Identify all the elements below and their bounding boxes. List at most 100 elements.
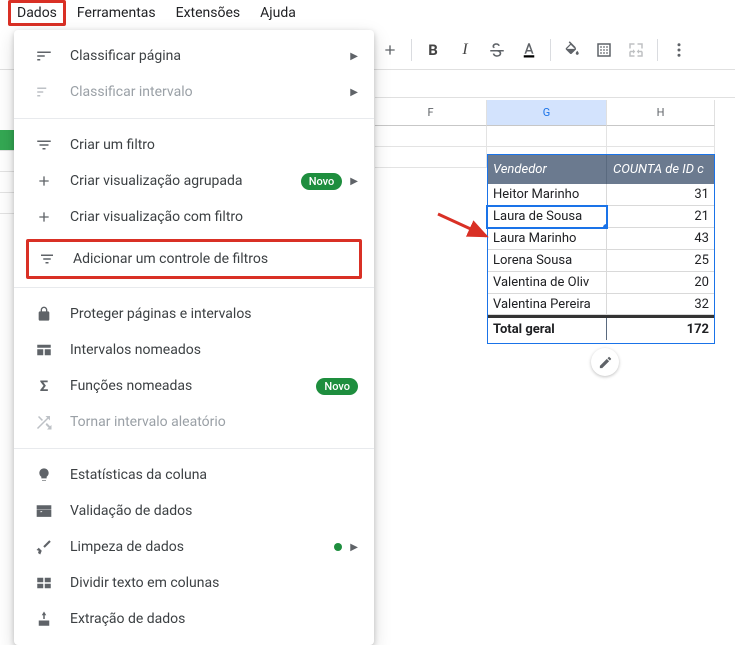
strikethrough-button[interactable] bbox=[482, 35, 512, 65]
extraction-icon bbox=[32, 610, 56, 628]
menu-item-randomize: Tornar intervalo aleatório bbox=[14, 404, 374, 440]
cleanup-icon bbox=[32, 538, 56, 556]
col-header-H[interactable]: H bbox=[607, 100, 715, 126]
pivot-table[interactable]: Vendedor COUNTA de ID c Heitor Marinho 3… bbox=[487, 154, 715, 340]
cell[interactable]: 21 bbox=[607, 206, 715, 228]
sort-asc-icon bbox=[32, 47, 56, 65]
pivot-header-vendedor[interactable]: Vendedor bbox=[487, 154, 607, 184]
new-badge: Novo bbox=[316, 378, 358, 395]
menu-label: Intervalos nomeados bbox=[70, 342, 358, 358]
merge-icon bbox=[627, 41, 645, 59]
menu-ajuda[interactable]: Ajuda bbox=[251, 1, 305, 25]
total-label-cell[interactable]: Total geral bbox=[487, 318, 607, 340]
edit-pivot-button[interactable] bbox=[591, 348, 619, 376]
selected-cell[interactable]: Laura de Sousa bbox=[487, 206, 607, 228]
lock-icon bbox=[32, 306, 56, 322]
pencil-icon bbox=[598, 355, 613, 370]
row-header[interactable] bbox=[0, 193, 14, 214]
more-vert-icon bbox=[670, 41, 688, 59]
pivot-row[interactable]: Lorena Sousa 25 bbox=[487, 250, 715, 272]
row-header[interactable] bbox=[0, 172, 14, 193]
menu-item-split-text[interactable]: Dividir texto em colunas bbox=[14, 565, 374, 601]
menu-dados[interactable]: Dados bbox=[8, 0, 66, 26]
menu-separator bbox=[14, 448, 374, 449]
menu-label: Estatísticas da coluna bbox=[70, 467, 358, 483]
filter-icon bbox=[32, 136, 56, 154]
menu-item-named-ranges[interactable]: Intervalos nomeados bbox=[14, 332, 374, 368]
chevron-right-icon: ▶ bbox=[350, 87, 358, 98]
col-header-G[interactable]: G bbox=[487, 100, 607, 126]
pivot-row[interactable]: Valentina Pereira 32 bbox=[487, 294, 715, 316]
cell[interactable]: 31 bbox=[607, 184, 715, 206]
menu-item-add-slicer[interactable]: Adicionar um controle de filtros bbox=[26, 239, 362, 279]
menu-item-named-functions[interactable]: Σ Funções nomeadas Novo bbox=[14, 368, 374, 404]
pivot-row[interactable]: Laura Marinho 43 bbox=[487, 228, 715, 250]
spreadsheet-grid[interactable]: F G H Vendedor COUNTA de ID c Heitor Mar… bbox=[375, 100, 735, 340]
menu-label: Limpeza de dados bbox=[70, 539, 334, 555]
cell[interactable]: 20 bbox=[607, 272, 715, 294]
row-header[interactable] bbox=[0, 151, 14, 172]
cell[interactable]: Valentina Pereira bbox=[487, 294, 607, 315]
menu-item-filter-view[interactable]: Criar visualização com filtro bbox=[14, 199, 374, 235]
pivot-header-counta[interactable]: COUNTA de ID c bbox=[607, 154, 715, 184]
italic-button[interactable]: I bbox=[450, 35, 480, 65]
lightbulb-icon bbox=[32, 467, 56, 483]
menu-item-grouped-view[interactable]: Criar visualização agrupada Novo ▶ bbox=[14, 163, 374, 199]
chevron-right-icon: ▶ bbox=[350, 176, 358, 187]
slicer-icon bbox=[35, 250, 59, 268]
col-header-F[interactable]: F bbox=[375, 100, 487, 126]
validation-icon bbox=[32, 502, 56, 520]
menu-label: Criar visualização com filtro bbox=[70, 209, 358, 225]
new-badge: Novo bbox=[301, 173, 343, 190]
formula-bar[interactable] bbox=[375, 72, 735, 98]
menu-item-extraction[interactable]: Extração de dados bbox=[14, 601, 374, 637]
text-color-button[interactable] bbox=[514, 35, 544, 65]
total-value-cell[interactable]: 172 bbox=[607, 318, 715, 340]
pivot-row[interactable]: Laura de Sousa 21 bbox=[487, 206, 715, 228]
menu-item-sort-range: Classificar intervalo ▶ bbox=[14, 74, 374, 110]
menu-item-protect[interactable]: Proteger páginas e intervalos bbox=[14, 296, 374, 332]
row-header[interactable] bbox=[0, 130, 14, 151]
cell[interactable]: Lorena Sousa bbox=[487, 250, 607, 272]
selection-handle[interactable] bbox=[603, 224, 607, 228]
bold-button[interactable]: B bbox=[418, 35, 448, 65]
plus-icon bbox=[382, 42, 398, 58]
menu-label: Validação de dados bbox=[70, 503, 358, 519]
menu-item-validation[interactable]: Validação de dados bbox=[14, 493, 374, 529]
menu-item-cleanup[interactable]: Limpeza de dados ▶ bbox=[14, 529, 374, 565]
cell[interactable]: 43 bbox=[607, 228, 715, 250]
menu-separator bbox=[14, 287, 374, 288]
menu-item-create-filter[interactable]: Criar um filtro bbox=[14, 127, 374, 163]
dot-indicator bbox=[334, 543, 342, 551]
borders-icon bbox=[595, 41, 613, 59]
separator bbox=[411, 39, 412, 61]
more-button[interactable] bbox=[664, 35, 694, 65]
menu-label: Criar visualização agrupada bbox=[70, 173, 301, 189]
pivot-row[interactable]: Heitor Marinho 31 bbox=[487, 184, 715, 206]
merge-cells-button[interactable] bbox=[621, 35, 651, 65]
split-icon bbox=[32, 574, 56, 592]
cell[interactable]: 32 bbox=[607, 294, 715, 315]
pivot-total-row[interactable]: Total geral 172 bbox=[487, 316, 715, 340]
menu-item-sort-sheet[interactable]: Classificar página ▶ bbox=[14, 38, 374, 74]
menu-label: Extração de dados bbox=[70, 611, 358, 627]
menu-ferramentas[interactable]: Ferramentas bbox=[68, 1, 165, 25]
sigma-icon: Σ bbox=[32, 377, 56, 395]
menu-label: Classificar página bbox=[70, 48, 350, 64]
column-headers: F G H bbox=[375, 100, 735, 126]
menu-extensoes[interactable]: Extensões bbox=[167, 1, 250, 25]
menu-label: Classificar intervalo bbox=[70, 84, 350, 100]
cell[interactable]: Heitor Marinho bbox=[487, 184, 607, 206]
fill-color-button[interactable] bbox=[557, 35, 587, 65]
menu-item-col-stats[interactable]: Estatísticas da coluna bbox=[14, 457, 374, 493]
pivot-row[interactable]: Valentina de Oliv 20 bbox=[487, 272, 715, 294]
cell[interactable]: Laura Marinho bbox=[487, 228, 607, 250]
sort-range-icon bbox=[32, 83, 56, 101]
menu-label: Adicionar um controle de filtros bbox=[73, 251, 355, 267]
cell[interactable]: Valentina de Oliv bbox=[487, 272, 607, 294]
insert-button[interactable] bbox=[375, 35, 405, 65]
bold-icon: B bbox=[428, 41, 438, 59]
plus-icon bbox=[32, 209, 56, 225]
cell[interactable]: 25 bbox=[607, 250, 715, 272]
borders-button[interactable] bbox=[589, 35, 619, 65]
